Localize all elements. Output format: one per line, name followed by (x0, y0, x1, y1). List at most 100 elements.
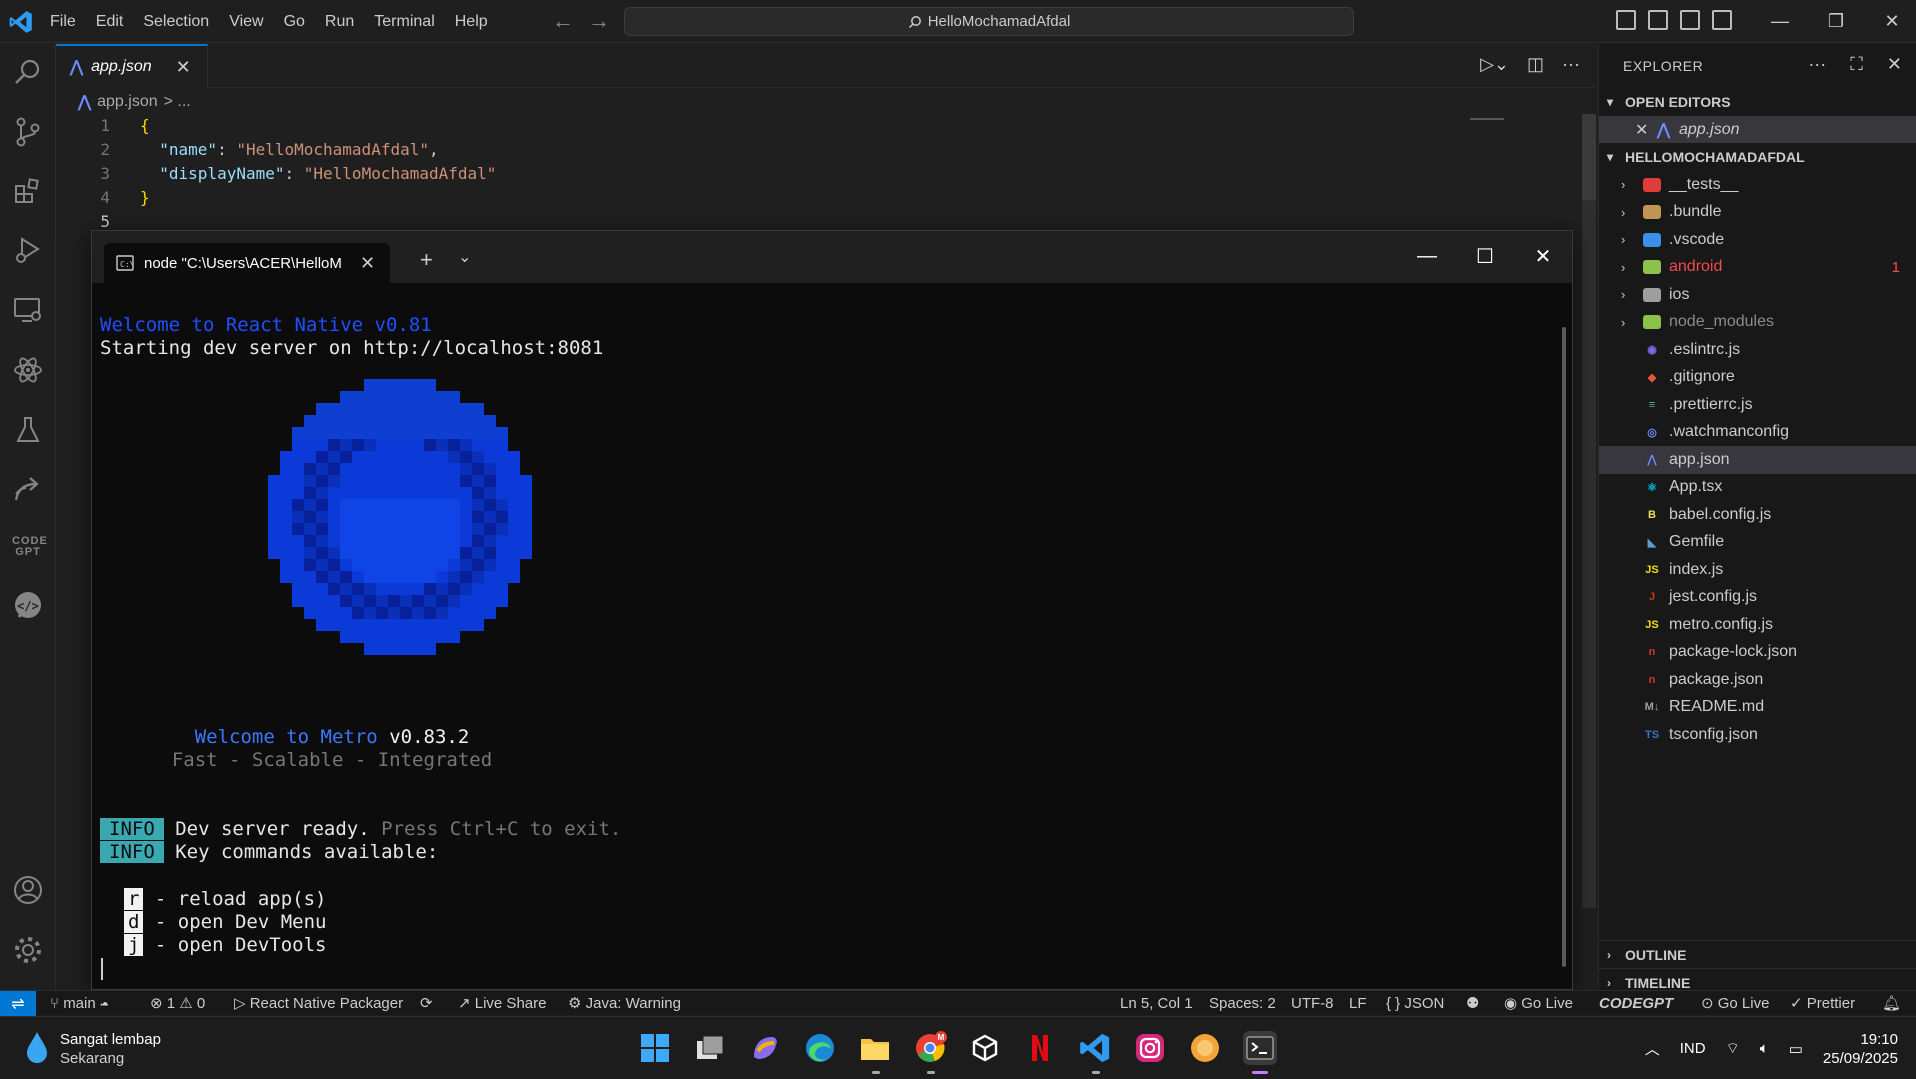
remote-indicator-icon[interactable]: ⇌ (0, 991, 36, 1016)
encoding[interactable]: UTF-8 (1291, 991, 1334, 1016)
minimap[interactable] (1470, 118, 1504, 120)
vscode-taskbar-icon[interactable] (1078, 1031, 1112, 1065)
edge-browser-icon[interactable] (803, 1031, 837, 1065)
close-icon[interactable]: ✕ (1514, 231, 1572, 281)
file-item[interactable]: M↓ README.md (1599, 694, 1916, 722)
file-item[interactable]: ≡ .prettierrc.js (1599, 391, 1916, 419)
tab-app-json[interactable]: ⋀ app.json ✕ (56, 44, 208, 88)
file-item[interactable]: JS metro.config.js (1599, 611, 1916, 639)
menu-terminal[interactable]: Terminal (364, 0, 444, 43)
more-actions-icon[interactable]: ··· (1808, 54, 1826, 75)
notifications-bell-icon[interactable]: 🔔︎ (1882, 991, 1901, 1016)
react-native-icon[interactable] (12, 354, 44, 386)
clock[interactable]: 19:10 25/09/2025 (1823, 1030, 1898, 1068)
menu-go[interactable]: Go (274, 0, 315, 43)
restore-icon[interactable]: ❐ (1808, 0, 1864, 43)
maximize-sidebar-icon[interactable]: ⛶ (1850, 54, 1863, 75)
forward-arrow-icon[interactable]: → (588, 8, 610, 34)
settings-gear-icon[interactable] (12, 934, 44, 966)
folder-item[interactable]: › .vscode (1599, 226, 1916, 254)
copilot-icon[interactable]: ⚉ (1466, 991, 1479, 1016)
open-editors-section[interactable]: ▾ OPEN EDITORS (1599, 88, 1916, 116)
run-code-icon[interactable]: ▷⌄ (1480, 54, 1509, 75)
go-live-status[interactable]: ◉ Go Live (1504, 991, 1573, 1016)
weather-drop-icon[interactable] (22, 1030, 52, 1064)
sync-icon[interactable]: ⟳ (420, 991, 433, 1016)
folder-item[interactable]: › android 1 (1599, 254, 1916, 282)
project-section[interactable]: ▾ HELLOMOCHAMADAFDAL (1599, 143, 1916, 171)
file-item[interactable]: Jjest.config.js (1599, 584, 1916, 612)
java-status[interactable]: ⚙ Java: Warning (568, 991, 681, 1016)
copilot-app-icon[interactable] (748, 1031, 782, 1065)
more-actions-icon[interactable]: ··· (1562, 54, 1580, 75)
minimize-icon[interactable]: — (1398, 231, 1456, 281)
run-debug-icon[interactable] (12, 234, 44, 266)
extensions-icon[interactable] (12, 176, 44, 208)
menu-run[interactable]: Run (315, 0, 364, 43)
close-icon[interactable]: ✕ (1635, 120, 1648, 140)
file-item[interactable]: ◣ Gemfile (1599, 529, 1916, 557)
menu-selection[interactable]: Selection (133, 0, 219, 43)
command-center-search[interactable]: HelloMochamadAfdal (624, 7, 1354, 36)
wifi-icon[interactable]: ⌔ (1726, 1039, 1740, 1058)
search-icon[interactable] (12, 56, 44, 88)
volume-icon[interactable]: 🔈︎ (1760, 1040, 1769, 1057)
toggle-secondary-sidebar-icon[interactable] (1712, 10, 1732, 30)
folder-item[interactable]: › ios (1599, 281, 1916, 309)
instagram-icon[interactable] (1133, 1031, 1167, 1065)
menu-edit[interactable]: Edit (86, 0, 134, 43)
language-indicator[interactable]: IND (1680, 1040, 1706, 1057)
file-item[interactable]: n package-lock.json (1599, 639, 1916, 667)
close-icon[interactable]: ✕ (1887, 54, 1902, 75)
chevron-up-icon[interactable]: ︿ (1645, 1038, 1660, 1059)
file-item[interactable]: JS index.js (1599, 556, 1916, 584)
game-app-icon[interactable] (1188, 1031, 1222, 1065)
code-line[interactable]: 2 "name": "HelloMochamadAfdal", (56, 138, 1576, 162)
live-share-icon[interactable] (12, 474, 44, 506)
language-mode[interactable]: { } JSON (1386, 991, 1444, 1016)
file-item[interactable]: ◉ .eslintrc.js (1599, 336, 1916, 364)
battery-icon[interactable]: ▭ (1789, 1040, 1803, 1058)
back-arrow-icon[interactable]: ← (552, 8, 574, 34)
folder-item[interactable]: › __tests__ (1599, 171, 1916, 199)
file-explorer-icon[interactable] (858, 1031, 892, 1065)
terminal-tab[interactable]: C:\ node "C:\Users\ACER\HelloM ✕ (104, 243, 390, 283)
branch-status[interactable]: ⑂ main ☁ (50, 991, 109, 1016)
terminal-output[interactable]: Welcome to React Native v0.81 Starting d… (100, 291, 603, 383)
close-tab-icon[interactable]: ✕ (176, 57, 191, 78)
task-view-icon[interactable] (693, 1031, 727, 1065)
cube-app-icon[interactable] (968, 1031, 1002, 1065)
open-editor-item[interactable]: ✕ ⋀ app.json (1599, 116, 1916, 143)
live-share-status[interactable]: ↗ Live Share (458, 991, 546, 1016)
folder-item[interactable]: › .bundle (1599, 199, 1916, 227)
remote-explorer-icon[interactable] (12, 294, 44, 326)
file-item[interactable]: TS tsconfig.json (1599, 721, 1916, 749)
breadcrumb-more[interactable]: > ... (164, 93, 191, 111)
terminal-scrollbar[interactable] (1562, 327, 1566, 967)
toggle-panel-icon[interactable] (1680, 10, 1700, 30)
source-control-icon[interactable] (12, 116, 44, 148)
breadcrumb-file[interactable]: app.json (97, 93, 158, 111)
split-editor-icon[interactable]: ◫ (1527, 54, 1544, 75)
problems-status[interactable]: ⊗ 1 ⚠ 0 (150, 991, 205, 1016)
chat-code-icon[interactable]: </> (12, 590, 44, 622)
accounts-icon[interactable] (12, 874, 44, 906)
maximize-icon[interactable]: ☐ (1456, 231, 1514, 281)
weather-widget[interactable]: Sangat lembap Sekarang (60, 1030, 161, 1068)
code-line[interactable]: 3 "displayName": "HelloMochamadAfdal" (56, 162, 1576, 186)
minimize-icon[interactable]: — (1752, 0, 1808, 43)
cursor-position[interactable]: Ln 5, Col 1 (1120, 991, 1193, 1016)
code-line[interactable]: 4} (56, 186, 1576, 210)
code-editor[interactable]: 1{2 "name": "HelloMochamadAfdal", 3 "disp… (56, 114, 1576, 234)
codegpt-icon[interactable]: CODE GPT (12, 536, 47, 568)
outline-section[interactable]: › OUTLINE (1599, 940, 1916, 968)
menu-help[interactable]: Help (445, 0, 498, 43)
file-item[interactable]: ⚛ App.tsx (1599, 474, 1916, 502)
new-tab-plus-icon[interactable]: + (420, 247, 433, 273)
indentation[interactable]: Spaces: 2 (1209, 991, 1276, 1016)
chrome-browser-icon[interactable]: M (913, 1031, 947, 1065)
file-item[interactable]: ◆ .gitignore (1599, 364, 1916, 392)
netflix-icon[interactable] (1023, 1031, 1057, 1065)
close-icon[interactable]: ✕ (1864, 0, 1916, 43)
toggle-primary-sidebar-icon[interactable] (1648, 10, 1668, 30)
